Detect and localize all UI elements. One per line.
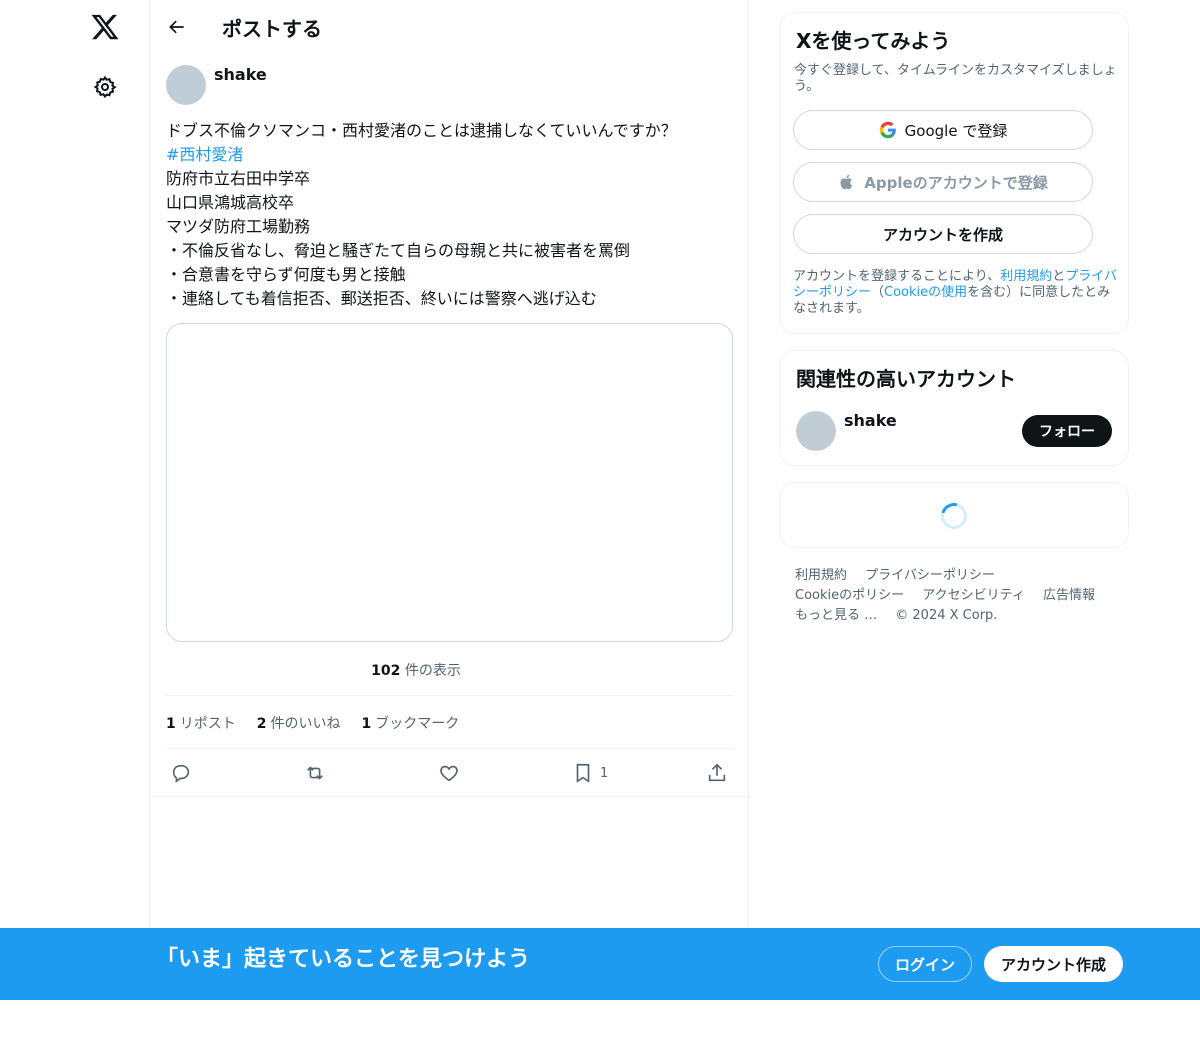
bookmark-stat[interactable]: 1 ブックマーク <box>362 713 460 733</box>
bookmark-count: 1 <box>600 765 609 781</box>
apple-signup-label: Appleのアカウントで登録 <box>864 173 1048 192</box>
divider <box>166 748 733 749</box>
google-signup-label: Google で登録 <box>904 121 1008 140</box>
bottom-bar-title: 「いま」起きていることを見つけよう <box>156 947 531 972</box>
trends-card-loading <box>779 482 1129 548</box>
settings-gear-icon[interactable] <box>91 73 119 101</box>
author-avatar[interactable] <box>166 65 206 105</box>
x-logo-icon[interactable] <box>88 10 122 44</box>
repost-button[interactable] <box>304 760 326 786</box>
cookie-link[interactable]: Cookieの使用 <box>884 285 967 300</box>
relevant-title: 関連性の高いアカウント <box>796 367 1016 391</box>
follow-button[interactable]: フォロー <box>1022 415 1112 447</box>
recommended-account-name[interactable]: shake <box>844 411 897 430</box>
post-media[interactable] <box>166 323 733 642</box>
post-line: ・連絡しても着信拒否、郵送拒否、終いには警察へ逃げ込む <box>166 289 597 308</box>
page-title: ポストする <box>222 17 322 41</box>
bottom-create-account-button[interactable]: アカウント作成 <box>984 946 1123 982</box>
back-arrow-icon[interactable] <box>164 14 190 40</box>
divider <box>166 695 733 696</box>
create-account-button[interactable]: アカウントを作成 <box>793 214 1093 254</box>
share-button[interactable] <box>706 760 728 786</box>
footer-terms-link[interactable]: 利用規約 <box>795 568 847 583</box>
login-button[interactable]: ログイン <box>878 946 972 982</box>
footer-links: 利用規約 プライバシーポリシー Cookieのポリシー アクセシビリティ 広告情… <box>795 566 1109 626</box>
share-icon <box>708 763 726 782</box>
view-count-number: 102 <box>371 663 401 679</box>
action-bar: 1 <box>166 760 733 786</box>
terms-notice: アカウントを登録することにより、利用規約とプライバシーポリシー（Cookieの使… <box>793 269 1118 316</box>
terms-link[interactable]: 利用規約 <box>1000 269 1052 284</box>
apple-icon <box>840 174 853 190</box>
footer-cookie-link[interactable]: Cookieのポリシー <box>795 588 904 603</box>
post-line: ・合意書を守らず何度も男と接触 <box>166 265 406 284</box>
copyright: © 2024 X Corp. <box>895 608 998 623</box>
heart-icon <box>440 765 458 782</box>
post-line: ・不倫反省なし、脅迫と騒ぎたて自らの母親と共に被害者を罵倒 <box>166 241 631 260</box>
author-name[interactable]: shake <box>214 65 267 84</box>
like-stat[interactable]: 2 件のいいね <box>257 713 341 733</box>
view-count: 102 件の表示 <box>166 660 666 680</box>
avatar[interactable] <box>796 411 836 451</box>
post-line: マツダ防府工場勤務 <box>166 217 311 236</box>
create-account-label: アカウントを作成 <box>882 225 1003 244</box>
post-text: ドブス不倫クソマンコ・西村愛渚のことは逮捕しなくていいんですか？ #西村愛渚 防… <box>166 119 736 311</box>
post-line: 山口県鴻城高校卒 <box>166 193 295 212</box>
footer-accessibility-link[interactable]: アクセシビリティ <box>922 588 1025 603</box>
signup-subtitle: 今すぐ登録して、タイムラインをカスタマイズしましょう。 <box>794 63 1117 94</box>
repost-icon <box>307 766 323 780</box>
google-signup-button[interactable]: Google で登録 <box>793 110 1093 150</box>
left-rail <box>0 0 150 1053</box>
engagement-stats: 1 リポスト 2 件のいいね 1 ブックマーク <box>166 713 459 733</box>
reply-button[interactable] <box>170 760 192 786</box>
google-icon <box>879 121 896 139</box>
divider <box>150 796 750 797</box>
like-button[interactable] <box>438 760 460 786</box>
signup-title: Xを使ってみよう <box>796 29 951 53</box>
footer-ads-link[interactable]: 広告情報 <box>1043 588 1095 603</box>
repost-stat[interactable]: 1 リポスト <box>166 713 236 733</box>
bottom-signup-bar: 「いま」起きていることを見つけよう ログイン アカウント作成 <box>0 928 1200 1000</box>
footer-more-link[interactable]: もっと見る … <box>795 608 877 623</box>
loading-spinner-icon <box>936 498 972 534</box>
relevant-accounts-card: 関連性の高いアカウント shake フォロー <box>779 350 1129 466</box>
post-line: 防府市立右田中学卒 <box>166 169 311 188</box>
footer-privacy-link[interactable]: プライバシーポリシー <box>865 568 995 583</box>
reply-icon <box>172 764 190 783</box>
hashtag-link[interactable]: #西村愛渚 <box>166 143 736 167</box>
topbar: ポストする <box>150 0 750 54</box>
view-count-label: 件の表示 <box>404 663 461 679</box>
apple-signup-button[interactable]: Appleのアカウントで登録 <box>793 162 1093 202</box>
bookmark-button[interactable]: 1 <box>572 760 608 786</box>
bookmark-icon <box>576 763 590 783</box>
signup-card: Xを使ってみよう 今すぐ登録して、タイムラインをカスタマイズしましょう。 Goo… <box>779 12 1129 334</box>
post-line: ドブス不倫クソマンコ・西村愛渚のことは逮捕しなくていいんですか？ <box>166 121 677 140</box>
main-column: ポストする shake ドブス不倫クソマンコ・西村愛渚のことは逮捕しなくていいん… <box>149 0 750 930</box>
